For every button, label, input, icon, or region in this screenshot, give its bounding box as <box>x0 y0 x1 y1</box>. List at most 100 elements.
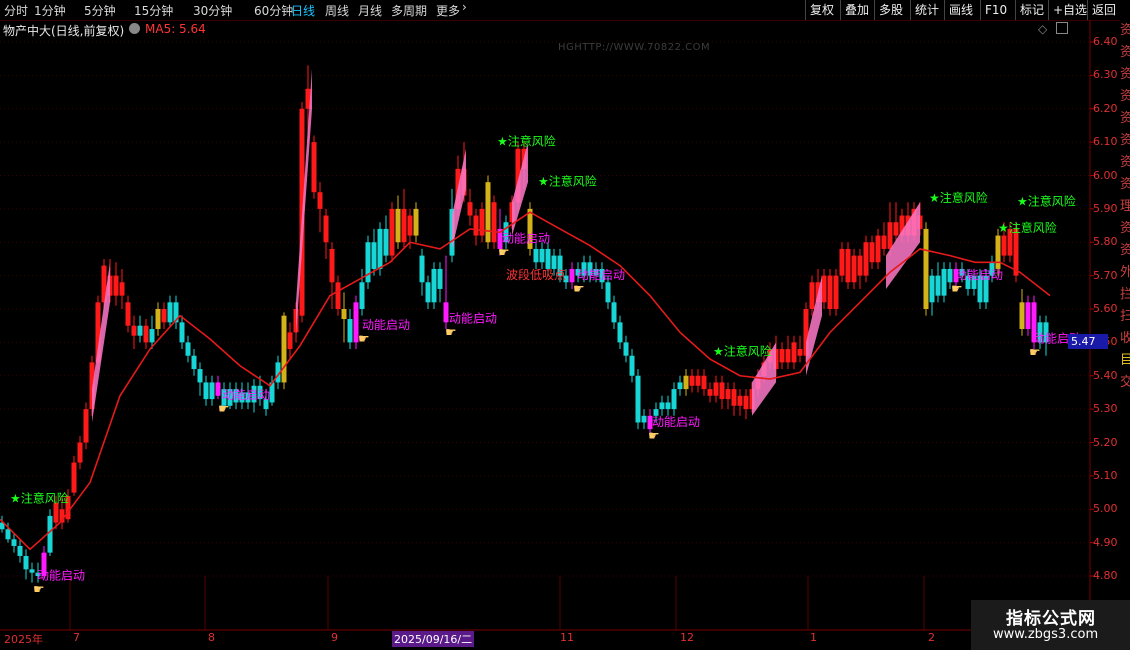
candle-body <box>413 208 419 236</box>
hand-pointer-icon: ☛ <box>1029 345 1041 360</box>
candle-body <box>137 325 143 336</box>
candle-body <box>167 302 173 323</box>
candle-body <box>719 382 725 400</box>
candle-body <box>635 375 641 423</box>
candle-body <box>311 142 317 193</box>
candle-body <box>191 355 197 370</box>
momentum-marker: 动能启动 <box>362 318 410 332</box>
right-info-panel: 资资资资资资资资理资资外拦扫收目交 <box>1120 20 1130 630</box>
candle-body <box>869 242 875 263</box>
candle-body <box>179 322 185 343</box>
momentum-marker: 动能启动 <box>37 568 85 582</box>
sidebar-char: 外 <box>1120 265 1130 280</box>
candle-body <box>893 222 899 236</box>
candle-body <box>569 268 575 283</box>
candle-body <box>113 275 119 296</box>
candle-body <box>611 302 617 323</box>
y-tick-label: 5.90 <box>1093 201 1118 215</box>
candle-body <box>947 268 953 283</box>
sidebar-char: 资 <box>1120 155 1130 170</box>
candle-body <box>821 275 827 303</box>
momentum-marker: 动能启动 <box>577 268 625 282</box>
candle-body <box>395 208 401 243</box>
candle-body <box>707 389 713 396</box>
x-label-2025: 2025年 <box>4 633 43 646</box>
y-tick-label: 4.80 <box>1093 569 1118 582</box>
hand-pointer-icon: ☛ <box>498 245 510 260</box>
x-label-aug: 8 <box>208 631 215 644</box>
x-label-feb: 2 <box>928 631 935 644</box>
candle-body <box>125 302 131 326</box>
candle-body <box>725 389 731 400</box>
sidebar-char: 资 <box>1120 111 1130 126</box>
candle-body <box>887 222 893 249</box>
candle-body <box>629 355 635 376</box>
candle-body <box>389 208 395 256</box>
sidebar-char: 交 <box>1120 375 1130 390</box>
candle-body <box>539 248 545 263</box>
candle-body <box>491 202 497 243</box>
candle-body <box>317 192 323 209</box>
candle-body <box>941 268 947 296</box>
candle-body <box>857 255 863 276</box>
candle-body <box>785 349 791 363</box>
candle-body <box>209 382 215 400</box>
candle-body <box>701 375 707 390</box>
sidebar-char: 资 <box>1120 23 1130 38</box>
candle-body <box>485 182 491 243</box>
x-label-jan: 1 <box>810 631 817 644</box>
candle-body <box>203 382 209 400</box>
hand-pointer-icon: ☛ <box>951 282 963 297</box>
candle-body <box>281 315 287 383</box>
candle-body <box>479 208 485 236</box>
candle-body <box>323 215 329 243</box>
candle-body <box>53 502 59 523</box>
candle-body <box>1001 235 1007 256</box>
y-tick-label: 5.40 <box>1093 368 1118 382</box>
sidebar-char: 资 <box>1120 221 1130 236</box>
sidebar-char: 资 <box>1120 45 1130 60</box>
hand-pointer-icon: ☛ <box>358 332 370 347</box>
logo-url: www.zbgs3.com <box>993 627 1099 642</box>
candle-body <box>923 228 929 309</box>
y-tick-label: 5.80 <box>1093 235 1118 249</box>
candle-body <box>779 349 785 363</box>
candle-body <box>443 302 449 323</box>
sidebar-char: 资 <box>1120 177 1130 192</box>
candle-body <box>425 282 431 303</box>
risk-marker: ★注意风险 <box>497 133 556 148</box>
candle-body <box>743 395 749 410</box>
candle-body <box>215 382 221 396</box>
momentum-marker: 动能启动 <box>502 231 550 245</box>
y-tick-label: 5.10 <box>1093 468 1118 482</box>
price-chart[interactable]: ★注意风险动能启动☛动能启动☛动能启动☛动能启动☛★注意风险动能启动☛★注意风险… <box>0 0 1130 650</box>
momentum-marker: 动能启动 <box>449 311 497 325</box>
y-tick-label: 4.90 <box>1093 535 1118 549</box>
candle-body <box>359 282 365 309</box>
x-label-sep: 9 <box>331 631 338 644</box>
candle-body <box>143 325 149 343</box>
candle-body <box>47 515 53 553</box>
candle-body <box>671 389 677 410</box>
candle-body <box>623 342 629 356</box>
candle-body <box>551 255 557 269</box>
surge-band <box>92 262 110 423</box>
sidebar-char: 理 <box>1120 199 1130 214</box>
candle-body <box>401 208 407 243</box>
y-tick-label: 5.20 <box>1093 435 1118 449</box>
candle-body <box>77 442 83 463</box>
candle-body <box>881 235 887 249</box>
current-price-badge: 5.47 <box>1068 334 1108 349</box>
momentum-marker: 动能启动 <box>222 388 270 402</box>
candle-body <box>287 332 293 350</box>
candle-body <box>473 215 479 236</box>
candle-body <box>185 342 191 356</box>
candle-body <box>809 282 815 309</box>
candle-body <box>545 248 551 269</box>
x-label-nov: 11 <box>560 631 574 644</box>
candle-body <box>419 255 425 283</box>
risk-marker: ★注意风险 <box>10 491 69 506</box>
sidebar-char: 收 <box>1120 331 1130 346</box>
candle-body <box>683 375 689 390</box>
hand-pointer-icon: ☛ <box>445 325 457 340</box>
